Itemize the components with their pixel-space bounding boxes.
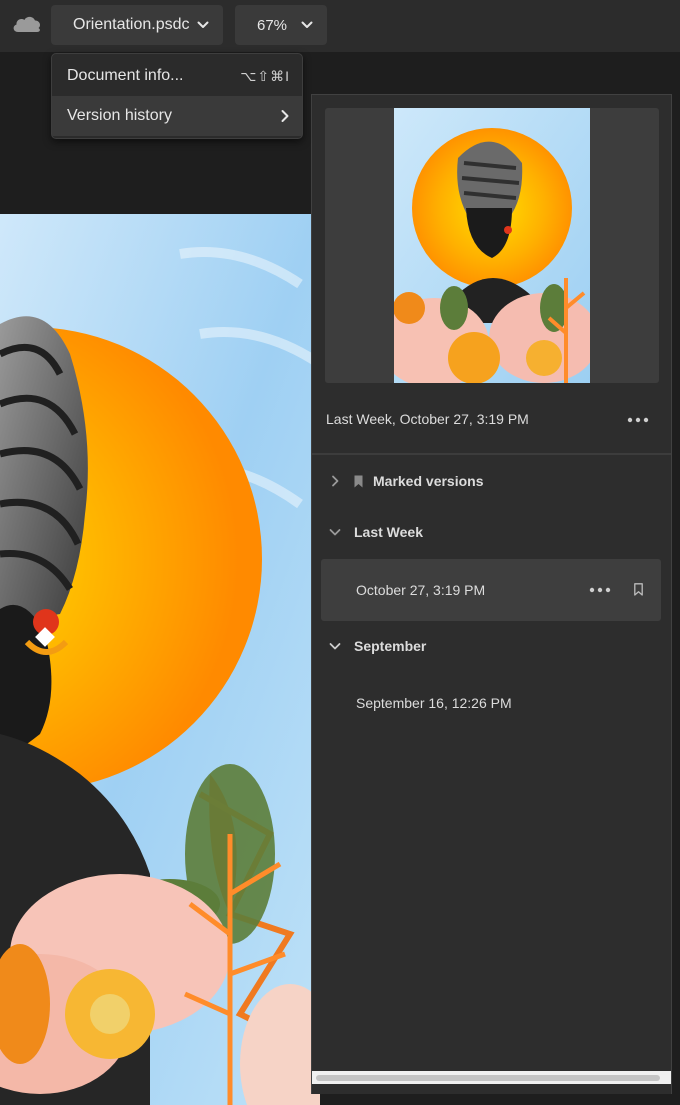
menu-item-label: Version history: [67, 107, 172, 124]
artwork-image: [0, 214, 320, 1105]
version-label: September 16, 12:26 PM: [356, 695, 512, 711]
section-last-week[interactable]: Last Week: [312, 517, 671, 547]
document-menu: Document info... ⌥⇧⌘I Version history: [51, 53, 303, 139]
chevron-down-icon: [301, 21, 313, 28]
version-label: October 27, 3:19 PM: [356, 582, 486, 598]
bookmark-icon[interactable]: [634, 583, 643, 596]
section-label: Marked versions: [373, 473, 484, 489]
zoom-level-button[interactable]: 67%: [235, 5, 327, 45]
horizontal-scrollbar[interactable]: [312, 1071, 671, 1084]
keyboard-shortcut: ⌥⇧⌘I: [240, 67, 290, 84]
cloud-icon[interactable]: [10, 12, 44, 36]
current-version-label: Last Week, October 27, 3:19 PM: [326, 411, 529, 427]
artwork-canvas[interactable]: [0, 214, 320, 1105]
chevron-right-icon: [281, 110, 289, 122]
document-name-button[interactable]: Orientation.psdc: [51, 5, 223, 45]
section-label: Last Week: [354, 524, 423, 540]
scrollbar-thumb[interactable]: [316, 1075, 660, 1081]
section-marked-versions[interactable]: Marked versions: [312, 466, 671, 496]
menu-item-version-history[interactable]: Version history: [52, 96, 302, 136]
divider: [312, 453, 671, 455]
more-options-icon[interactable]: [589, 587, 611, 593]
version-history-panel: Last Week, October 27, 3:19 PM Marked ve…: [311, 94, 672, 1094]
more-options-icon[interactable]: [627, 417, 649, 423]
section-september[interactable]: September: [312, 631, 671, 661]
chevron-down-icon: [197, 21, 209, 28]
version-row[interactable]: September 16, 12:26 PM: [321, 672, 661, 734]
menu-item-document-info[interactable]: Document info... ⌥⇧⌘I: [52, 56, 302, 96]
zoom-level: 67%: [257, 16, 288, 34]
document-name: Orientation.psdc: [73, 16, 190, 33]
version-row[interactable]: October 27, 3:19 PM: [321, 559, 661, 621]
menu-item-label: Document info...: [67, 67, 184, 84]
chevron-down-icon: [329, 529, 341, 536]
chevron-down-icon: [329, 643, 341, 650]
top-toolbar: Orientation.psdc 67%: [0, 0, 680, 52]
chevron-right-icon: [332, 475, 339, 487]
section-label: September: [354, 638, 427, 654]
version-preview: [325, 108, 659, 383]
bookmark-icon: [354, 475, 363, 487]
version-thumbnail: [394, 108, 590, 383]
